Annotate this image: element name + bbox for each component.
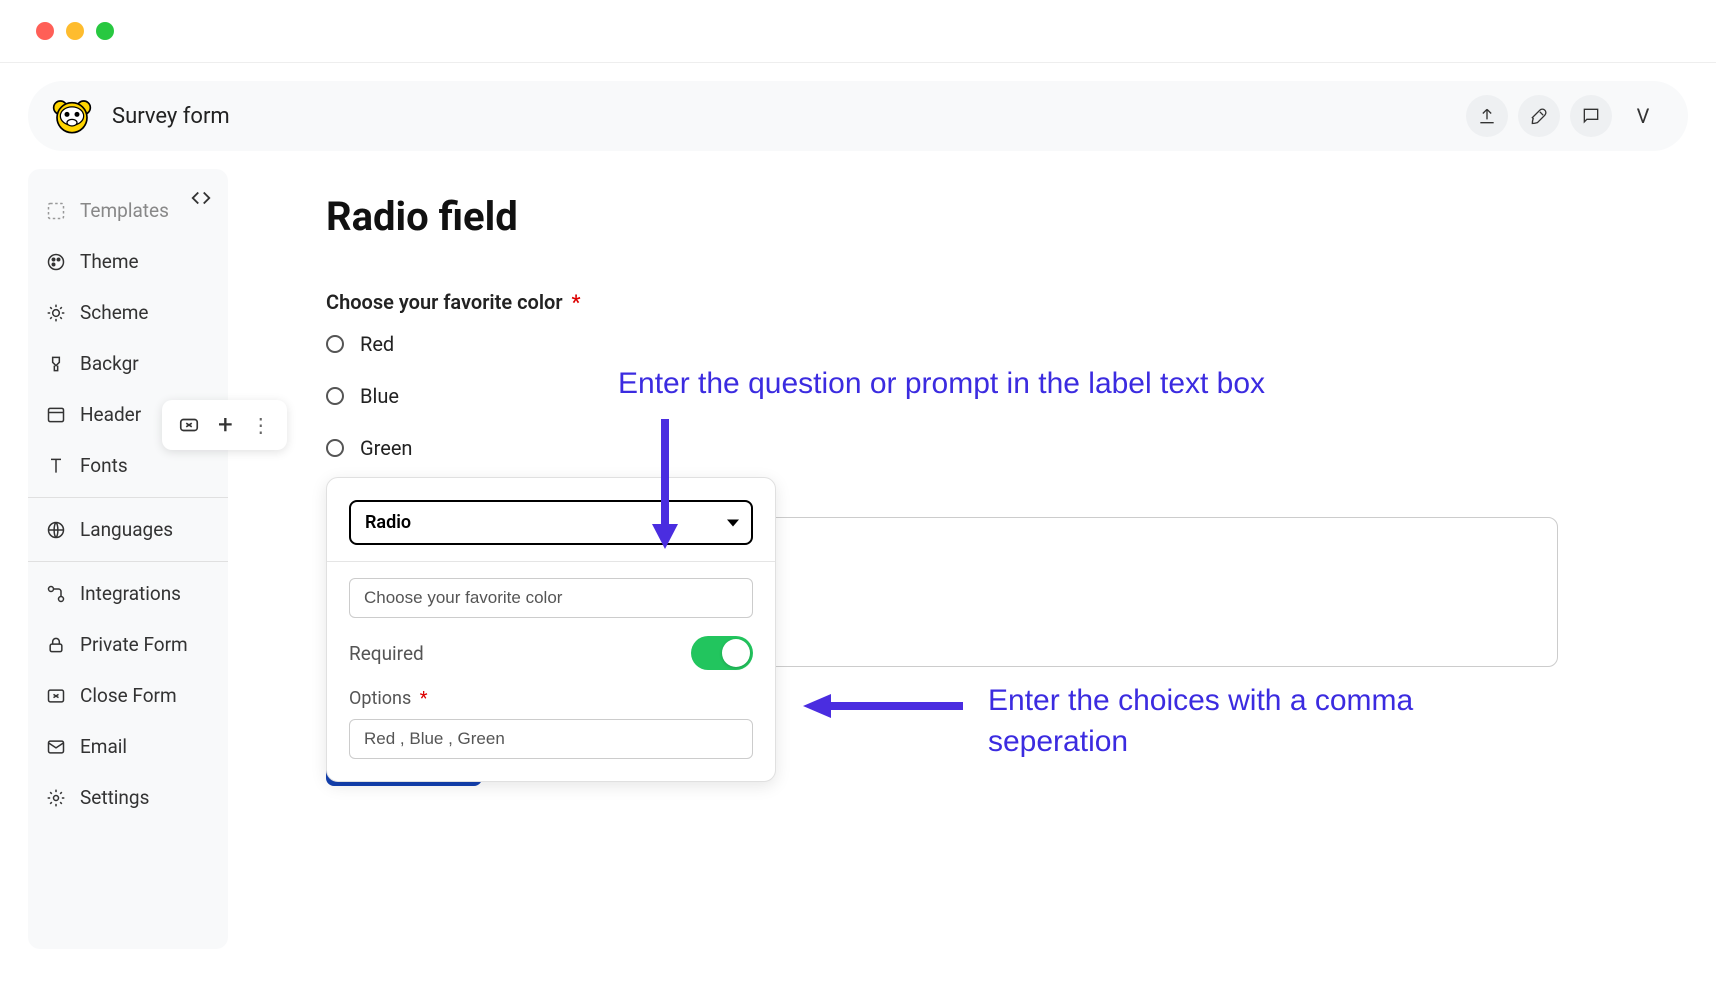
sidebar-item-scheme[interactable]: Scheme — [28, 287, 228, 338]
sidebar-item-integrations[interactable]: Integrations — [28, 568, 228, 619]
annotation-options-hint: Enter the choices with a comma seperatio… — [988, 681, 1413, 762]
required-indicator: * — [572, 290, 581, 314]
field-label: Choose your favorite color * — [326, 290, 1688, 314]
email-icon — [46, 737, 66, 757]
code-icon — [190, 187, 212, 209]
required-row: Required — [349, 636, 753, 670]
annotation-options-line2: seperation — [988, 725, 1128, 758]
sun-icon — [46, 303, 66, 323]
sidebar: Templates Theme Scheme Backgr Header Fon… — [28, 169, 228, 949]
brush-icon — [46, 354, 66, 374]
radio-option-green[interactable]: Green — [326, 436, 1688, 460]
upload-icon — [1477, 106, 1497, 126]
sidebar-item-languages[interactable]: Languages — [28, 504, 228, 555]
field-label-text: Choose your favorite color — [326, 290, 563, 314]
radio-option-label: Green — [360, 436, 412, 460]
sidebar-item-label: Backgr — [80, 352, 139, 375]
header-icon — [46, 405, 66, 425]
sidebar-item-settings[interactable]: Settings — [28, 772, 228, 823]
sidebar-item-label: Header — [80, 403, 141, 426]
globe-icon — [46, 520, 66, 540]
floating-toolbar: + ⋮ — [162, 400, 287, 450]
sidebar-item-close-form[interactable]: Close Form — [28, 670, 228, 721]
upload-button[interactable] — [1466, 95, 1508, 137]
outline-box — [708, 517, 1558, 667]
config-panel: Radio Required Options * — [326, 477, 776, 782]
code-toggle-button[interactable] — [190, 187, 212, 209]
sidebar-item-label: Close Form — [80, 684, 177, 707]
radio-icon[interactable] — [326, 439, 344, 457]
sidebar-item-label: Email — [80, 735, 127, 758]
comment-icon — [1581, 106, 1601, 126]
window-minimize-icon[interactable] — [66, 22, 84, 40]
publish-button[interactable] — [1518, 95, 1560, 137]
options-input[interactable] — [349, 719, 753, 759]
window-maximize-icon[interactable] — [96, 22, 114, 40]
annotation-label-hint: Enter the question or prompt in the labe… — [618, 364, 1265, 405]
sidebar-divider — [28, 561, 228, 562]
annotation-arrow-left — [803, 691, 963, 725]
sidebar-item-label: Settings — [80, 786, 149, 809]
options-required-indicator: * — [420, 688, 428, 709]
field-type-select-wrapper: Radio — [349, 500, 753, 545]
delete-icon[interactable] — [178, 414, 200, 436]
header-left: Survey form — [52, 96, 230, 136]
radio-icon[interactable] — [326, 335, 344, 353]
sidebar-item-label: Theme — [80, 250, 139, 273]
gear-icon — [46, 788, 66, 808]
sidebar-item-label: Languages — [80, 518, 173, 541]
integrations-icon — [46, 584, 66, 604]
required-label: Required — [349, 642, 424, 665]
add-button[interactable]: + — [218, 410, 233, 440]
options-label: Options * — [349, 688, 753, 709]
radio-option-red[interactable]: Red — [326, 332, 1688, 356]
sidebar-item-background[interactable]: Backgr — [28, 338, 228, 389]
toggle-knob — [722, 639, 750, 667]
sidebar-divider — [28, 497, 228, 498]
radio-option-label: Red — [360, 332, 394, 356]
radio-option-label: Blue — [360, 384, 399, 408]
avatar[interactable]: V — [1622, 95, 1664, 137]
sidebar-item-private-form[interactable]: Private Form — [28, 619, 228, 670]
sidebar-item-label: Private Form — [80, 633, 188, 656]
sidebar-item-email[interactable]: Email — [28, 721, 228, 772]
main-layout: Templates Theme Scheme Backgr Header Fon… — [0, 169, 1716, 949]
more-button[interactable]: ⋮ — [251, 413, 271, 437]
close-form-icon — [46, 686, 66, 706]
comment-button[interactable] — [1570, 95, 1612, 137]
header-right: V — [1466, 95, 1664, 137]
lock-icon — [46, 635, 66, 655]
options-label-text: Options — [349, 688, 411, 709]
window-close-icon[interactable] — [36, 22, 54, 40]
label-input[interactable] — [349, 578, 753, 618]
monkey-logo-icon — [52, 96, 92, 136]
text-icon — [46, 456, 66, 476]
sidebar-item-label: Integrations — [80, 582, 181, 605]
field-type-select[interactable]: Radio — [349, 500, 753, 545]
annotation-options-line1: Enter the choices with a comma — [988, 684, 1413, 717]
annotation-arrow-down — [650, 419, 680, 553]
window-controls — [0, 0, 1716, 63]
sidebar-item-theme[interactable]: Theme — [28, 236, 228, 287]
app-title: Survey form — [112, 104, 230, 129]
templates-icon — [46, 201, 66, 221]
canvas-area: Radio field Choose your favorite color *… — [258, 169, 1688, 949]
config-divider — [327, 561, 775, 562]
sidebar-item-label: Scheme — [80, 301, 149, 324]
sidebar-item-label: Templates — [80, 199, 169, 222]
palette-icon — [46, 252, 66, 272]
radio-icon[interactable] — [326, 387, 344, 405]
rocket-icon — [1529, 106, 1549, 126]
sidebar-item-label: Fonts — [80, 454, 128, 477]
page-title: Radio field — [326, 193, 1688, 240]
required-toggle[interactable] — [691, 636, 753, 670]
header-bar: Survey form V — [28, 81, 1688, 151]
